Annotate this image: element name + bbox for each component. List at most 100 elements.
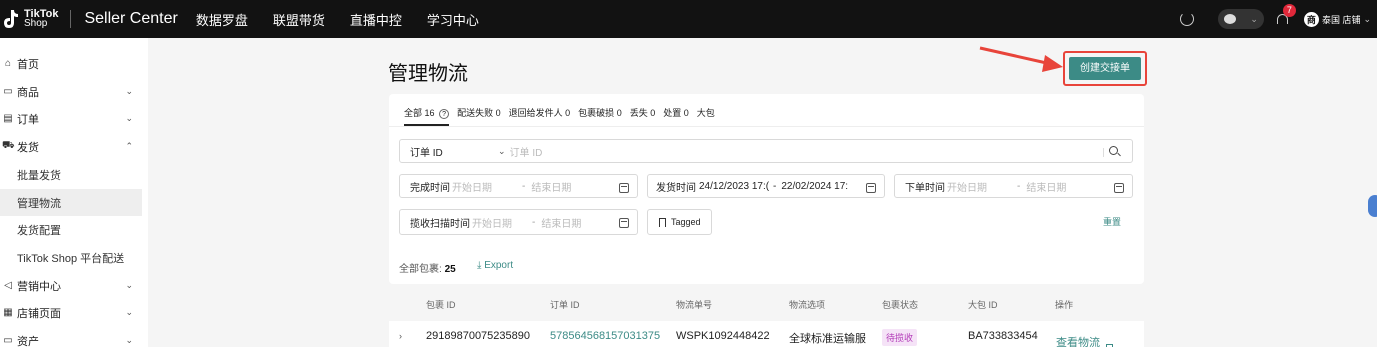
shipping-icon: ⛟ <box>2 140 15 151</box>
sidebar-item-label: 首页 <box>17 58 39 71</box>
tab-disposed[interactable]: 处置 0 <box>663 106 689 119</box>
tab-damaged[interactable]: 包裹破损 0 <box>578 106 622 119</box>
tab-delivery-failed[interactable]: 配送失败 0 <box>457 106 501 119</box>
end-date-input[interactable]: 22/02/2024 17: <box>781 181 851 192</box>
tab-bulk-bag[interactable]: 大包 <box>697 106 715 119</box>
total-label: 全部包裹: <box>399 264 442 275</box>
divider <box>1103 148 1104 157</box>
order-time-filter[interactable]: 下单时间 开始日期 - 结束日期 <box>894 174 1133 198</box>
end-date-input[interactable]: 结束日期 <box>541 215 581 230</box>
start-date-input[interactable]: 开始日期 <box>947 179 987 194</box>
sidebar-item-shipping[interactable]: ⛟ 发货 ⌃ <box>0 133 142 160</box>
bag-id: BA733833454 <box>968 330 1038 342</box>
sidebar-item-label: 管理物流 <box>17 197 61 210</box>
reset-button[interactable]: 重置 <box>1103 215 1121 228</box>
nav-affiliate[interactable]: 联盟带货 <box>273 10 325 29</box>
chevron-down-icon: ⌄ <box>125 307 133 317</box>
total-count: 25 <box>444 264 456 275</box>
divider <box>70 10 72 28</box>
chevron-down-icon: ⌄ <box>498 145 506 156</box>
search-icon[interactable] <box>1109 146 1118 155</box>
chat-button[interactable]: ⌄ <box>1217 9 1264 29</box>
tab-count: 16 <box>424 108 435 118</box>
tab-label: 大包 <box>696 108 715 118</box>
sidebar-item-label: 营销中心 <box>17 280 61 293</box>
notification-button[interactable]: 7 <box>1276 4 1296 27</box>
tab-all[interactable]: 全部 16 ? <box>404 106 450 119</box>
range-dash: - <box>773 180 777 192</box>
search-type-value: 订单 ID <box>410 147 443 159</box>
create-handover-button[interactable]: 创建交接单 <box>1069 57 1141 80</box>
help-icon[interactable]: ? <box>439 109 450 119</box>
sidebar-item-bulk-ship[interactable]: 批量发货 <box>0 161 142 188</box>
floating-assistant-icon[interactable] <box>1368 195 1377 217</box>
chevron-right-icon[interactable]: › <box>399 331 402 341</box>
tab-count: 0 <box>683 108 689 118</box>
view-logistics-link[interactable]: 查看物流 <box>1056 334 1100 347</box>
order-search-field: 订单 ID ⌄ 订单 ID <box>399 139 1133 163</box>
tab-label: 退回给发件人 <box>508 108 563 118</box>
col-package-id: 包裹 ID <box>426 300 456 310</box>
sidebar-item-ship-settings[interactable]: 发货配置 <box>0 216 142 243</box>
store-icon: ▦ <box>3 307 13 318</box>
refresh-icon[interactable] <box>1179 12 1194 26</box>
sidebar-item-orders[interactable]: ▤ 订单 ⌄ <box>0 105 142 132</box>
sidebar-item-label: 发货配置 <box>17 224 61 237</box>
nav-learning-center[interactable]: 学习中心 <box>427 10 479 29</box>
sidebar-item-platform-delivery[interactable]: TikTok Shop 平台配送 <box>0 244 142 271</box>
tiktok-shop-logo[interactable]: TikTok Shop <box>2 8 58 30</box>
tab-returned[interactable]: 退回给发件人 0 <box>509 106 571 119</box>
calendar-icon <box>619 218 629 228</box>
shipping-option: 全球标准运输服 <box>789 333 866 345</box>
end-date-input[interactable]: 结束日期 <box>1026 179 1066 194</box>
sidebar-item-assets[interactable]: ▭ 资产 ⌄ <box>0 327 142 347</box>
download-icon: ⤓ <box>477 260 482 271</box>
range-dash: - <box>1017 180 1021 192</box>
nav-live-control[interactable]: 直播中控 <box>350 10 402 29</box>
tracking-number: WSPK1092448422 <box>676 330 770 342</box>
sidebar-item-store-page[interactable]: ▦ 店铺页面 ⌄ <box>0 299 142 326</box>
sidebar-item-home[interactable]: ⌂ 首页 <box>0 50 142 77</box>
sidebar: ⌂ 首页 ▭ 商品 ⌄ ▤ 订单 ⌄ ⛟ 发货 ⌃ 批量发货 管理物流 发货配置… <box>0 38 148 347</box>
filter-label: 完成时间 <box>410 182 450 194</box>
tab-count: 0 <box>616 108 622 118</box>
tab-label: 丢失 <box>629 108 648 118</box>
chevron-down-icon: ⌄ <box>1363 13 1371 24</box>
end-date-input[interactable]: 结束日期 <box>531 179 571 194</box>
store-switcher[interactable]: 商 泰国 店铺 ⌄ <box>1303 11 1371 27</box>
asset-icon: ▭ <box>3 335 13 346</box>
search-input[interactable]: 订单 ID <box>510 144 543 159</box>
start-date-input[interactable]: 24/12/2023 17:( <box>699 181 769 192</box>
sidebar-item-label: 商品 <box>17 86 39 99</box>
scan-time-filter[interactable]: 揽收扫描时间 开始日期 - 结束日期 <box>399 209 638 235</box>
chevron-down-icon: ⌄ <box>125 86 133 96</box>
chevron-up-icon: ⌃ <box>125 141 133 151</box>
search-type-select[interactable]: 订单 ID <box>410 144 498 159</box>
tab-count: 0 <box>650 108 656 118</box>
start-date-input[interactable]: 开始日期 <box>452 179 492 194</box>
col-package-status: 包裹状态 <box>882 300 919 310</box>
order-icon: ▤ <box>3 113 13 124</box>
tab-lost[interactable]: 丢失 0 <box>630 106 656 119</box>
tiktok-logo-icon <box>2 8 20 30</box>
filter-card: 全部 16 ? 配送失败 0 退回给发件人 0 包裹破损 0 丢失 0 处置 0… <box>389 94 1144 284</box>
filter-label: 发货时间 <box>656 182 696 194</box>
sidebar-item-manage-logistics[interactable]: 管理物流 <box>0 189 142 216</box>
order-id-link[interactable]: 578564568157031375 <box>550 330 660 342</box>
calendar-icon <box>1114 183 1124 193</box>
sidebar-item-products[interactable]: ▭ 商品 ⌄ <box>0 78 142 105</box>
start-date-input[interactable]: 开始日期 <box>472 215 512 230</box>
create-button-highlight: 创建交接单 <box>1063 51 1147 86</box>
sidebar-item-label: 发货 <box>17 141 39 154</box>
complete-time-filter[interactable]: 完成时间 开始日期 - 结束日期 <box>399 174 638 198</box>
product-icon: ▭ <box>3 86 13 97</box>
ship-time-filter[interactable]: 发货时间 24/12/2023 17:( - 22/02/2024 17: <box>647 174 885 198</box>
tab-count: 0 <box>565 108 571 118</box>
export-button[interactable]: ⤓ Export <box>477 260 513 271</box>
tab-label: 包裹破损 <box>578 108 615 118</box>
range-dash: - <box>522 180 526 192</box>
nav-data-compass[interactable]: 数据罗盘 <box>196 10 248 29</box>
sidebar-item-marketing[interactable]: ◁ 营销中心 ⌄ <box>0 272 142 299</box>
page-title: 管理物流 <box>388 63 468 85</box>
tagged-filter-button[interactable]: Tagged <box>647 209 712 235</box>
